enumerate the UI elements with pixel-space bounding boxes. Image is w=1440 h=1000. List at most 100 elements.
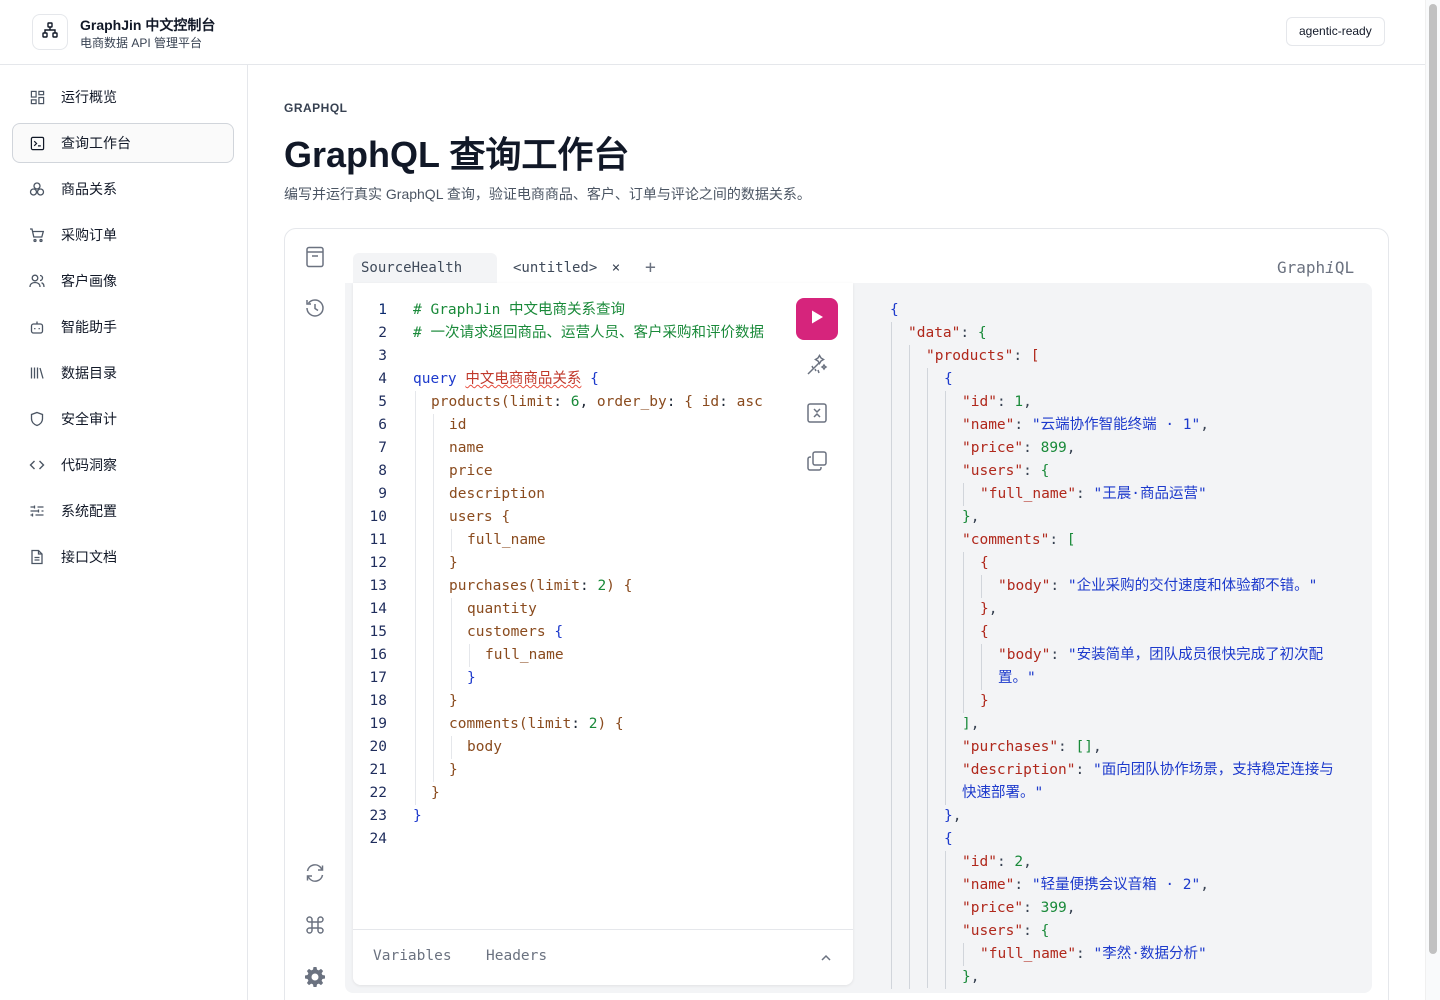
copy-query-button[interactable] [805, 450, 829, 477]
json-key: description [970, 762, 1067, 778]
line-number: 2 [378, 325, 387, 341]
tab-label: SourceHealth [361, 260, 463, 276]
code-field: name [449, 440, 484, 456]
page-description: 编写并运行真实 GraphQL 查询，验证电商商品、客户、订单与评论之间的数据关… [284, 186, 811, 202]
line-number: 16 [369, 647, 387, 663]
app-subtitle: 电商数据 API 管理平台 [80, 36, 203, 50]
tab-sourcehealth[interactable]: SourceHealth [353, 253, 497, 283]
editor-tools-bar: Variables Headers [353, 929, 853, 985]
tab-variables[interactable]: Variables [373, 948, 452, 964]
code-icon [29, 457, 45, 473]
json-number: 399 [1040, 900, 1067, 916]
code-field: quantity [467, 601, 537, 617]
code-field: users [449, 509, 493, 525]
line-number: 11 [369, 532, 387, 548]
sidebar-item-security-audit[interactable]: 安全审计 [12, 399, 234, 439]
code-arg: order_by [596, 394, 667, 410]
code-arg: id [701, 394, 720, 410]
code-comment: # 一次请求返回商品、运营人员、客户采购和评价数据 [413, 325, 764, 341]
code-arg: limit [509, 394, 554, 410]
refetch-schema-button[interactable] [302, 862, 328, 888]
cart-icon [29, 227, 45, 243]
scrollbar-thumb[interactable] [1429, 4, 1437, 954]
sidebar-item-system-config[interactable]: 系统配置 [12, 491, 234, 531]
document-icon [29, 549, 45, 565]
sidebar-item-api-docs[interactable]: 接口文档 [12, 537, 234, 577]
json-key: users [970, 923, 1015, 939]
sidebar-item-query-workbench[interactable]: 查询工作台 [12, 123, 234, 163]
query-editor[interactable]: 1 # GraphJin 中文电商关系查询 2 # 一次请求返回商品、运营人员、客户… [353, 283, 853, 985]
json-key: products [934, 348, 1005, 364]
prettify-button[interactable] [805, 353, 829, 379]
json-key: full_name [988, 946, 1068, 962]
line-number: 3 [378, 348, 387, 364]
sidebar-item-product-relations[interactable]: 商品关系 [12, 169, 234, 209]
history-icon [304, 297, 326, 324]
top-header: GraphJin 中文控制台 电商数据 API 管理平台 agentic-rea… [0, 0, 1425, 65]
code-enum: asc [736, 394, 763, 410]
add-tab-button[interactable]: + [645, 253, 665, 283]
json-key: id [970, 854, 989, 870]
settings-button[interactable] [302, 966, 328, 992]
chevron-up-icon[interactable] [819, 951, 833, 970]
json-number: 899 [1040, 440, 1067, 456]
result-viewer[interactable]: { "data": { "products": [ { "id": 1, "na… [870, 299, 1370, 989]
sidebar-item-label: 接口文档 [61, 549, 117, 565]
code-field: price [449, 463, 493, 479]
sliders-icon [29, 503, 45, 519]
json-string: 轻量便携会议音箱 · 2 [1040, 877, 1192, 893]
code-field: body [467, 739, 502, 755]
merge-icon [806, 402, 828, 429]
app-title: GraphJin 中文控制台 [80, 17, 216, 33]
execute-query-button[interactable] [796, 298, 838, 340]
hierarchy-icon [41, 21, 59, 44]
command-key-icon [304, 914, 326, 941]
line-number: 8 [378, 463, 387, 479]
line-number: 18 [369, 693, 387, 709]
code-field: customers [467, 624, 546, 640]
sidebar-item-code-insights[interactable]: 代码洞察 [12, 445, 234, 485]
graphiql-logo: GraphiQL [1277, 258, 1354, 277]
sidebar-item-customer-profile[interactable]: 客户画像 [12, 261, 234, 301]
json-string: 王晨·商品运营 [1102, 486, 1198, 502]
logo-part: QL [1334, 258, 1355, 277]
code-field: comments [449, 716, 519, 732]
line-number: 12 [369, 555, 387, 571]
gear-icon [304, 966, 326, 993]
page-title: GraphQL 查询工作台 [284, 134, 630, 175]
line-number: 23 [369, 808, 387, 824]
merge-fragments-button[interactable] [805, 402, 829, 429]
logo-part: i [1325, 258, 1335, 277]
json-number: 1 [1014, 394, 1024, 410]
terminal-icon [29, 135, 45, 151]
sidebar-item-data-catalog[interactable]: 数据目录 [12, 353, 234, 393]
sidebar-item-smart-assistant[interactable]: 智能助手 [12, 307, 234, 347]
shortcuts-button[interactable] [302, 914, 328, 940]
close-tab-icon[interactable]: × [612, 260, 620, 276]
line-number: 22 [369, 785, 387, 801]
tab-untitled[interactable]: <untitled> × [513, 253, 633, 283]
json-key: id [970, 394, 989, 410]
json-key: comments [970, 532, 1041, 548]
sidebar-item-label: 数据目录 [61, 365, 117, 381]
code-field: full_name [467, 532, 546, 548]
code-comment: # GraphJin 中文电商关系查询 [413, 302, 626, 318]
line-number: 13 [369, 578, 387, 594]
json-string: 面向团队协作场景，支持稳定连接与 [1101, 762, 1334, 778]
line-number: 9 [378, 486, 387, 502]
brand-logo[interactable] [32, 14, 68, 50]
users-icon [29, 273, 45, 289]
docs-explorer-button[interactable] [302, 246, 328, 272]
tab-label: <untitled> [513, 260, 598, 276]
dashboard-icon [29, 89, 45, 105]
sidebar-item-label: 系统配置 [61, 503, 117, 519]
sidebar-item-purchase-orders[interactable]: 采购订单 [12, 215, 234, 255]
sidebar-item-overview[interactable]: 运行概览 [12, 77, 234, 117]
copy-icon [806, 450, 828, 477]
code-arg: limit [536, 578, 580, 594]
json-key: body [1006, 578, 1042, 594]
history-button[interactable] [302, 297, 328, 323]
status-badge[interactable]: agentic-ready [1286, 17, 1385, 46]
page-scrollbar[interactable] [1425, 0, 1440, 1000]
tab-headers[interactable]: Headers [486, 948, 547, 964]
